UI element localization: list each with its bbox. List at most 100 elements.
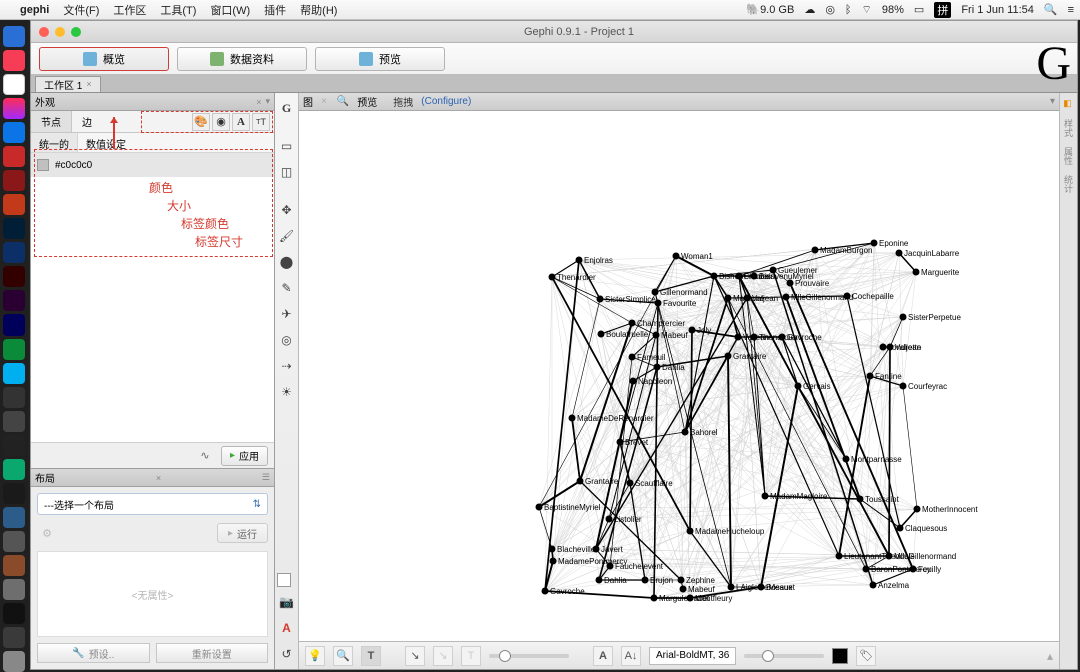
canvas-menu-icon[interactable]: ▾ bbox=[1050, 96, 1055, 107]
tool-reset-icon[interactable]: ↺ bbox=[277, 643, 297, 665]
tool-select[interactable]: ▭ bbox=[277, 135, 297, 157]
dock-trash[interactable] bbox=[3, 651, 25, 672]
layout-close-icon[interactable]: × bbox=[156, 473, 161, 483]
tool-edit[interactable]: ✎ bbox=[277, 277, 297, 299]
dock-aftereffects[interactable] bbox=[3, 314, 25, 335]
palette-icon[interactable]: 🎨 bbox=[192, 113, 210, 131]
menu-tools[interactable]: 工具(T) bbox=[160, 2, 196, 18]
app-name[interactable]: gephi bbox=[20, 4, 49, 16]
tool-gephi-icon[interactable]: G bbox=[277, 97, 297, 119]
right-pin-icon[interactable]: ◧ bbox=[1064, 99, 1074, 109]
appearance-close-icon[interactable]: × bbox=[256, 97, 261, 107]
color-swatch[interactable] bbox=[37, 159, 49, 171]
reset-button[interactable]: 重新设置 bbox=[156, 643, 269, 663]
status-ime[interactable]: 拼 bbox=[934, 2, 951, 18]
size-icon[interactable]: ◉ bbox=[212, 113, 230, 131]
configure-link[interactable]: (Configure) bbox=[421, 96, 471, 107]
layout-settings-icon[interactable]: ⚙ bbox=[37, 523, 57, 543]
tool-screenshot[interactable]: 📷 bbox=[277, 591, 297, 613]
mode-preview[interactable]: 预览 bbox=[315, 47, 445, 71]
bb-attributes-icon[interactable]: 🏷 bbox=[856, 646, 876, 666]
dock-skype[interactable] bbox=[3, 363, 25, 384]
dock-app-8[interactable] bbox=[3, 194, 25, 215]
tool-rect-select[interactable]: ◫ bbox=[277, 161, 297, 183]
font-selector[interactable]: Arial-BoldMT, 36 bbox=[649, 647, 736, 665]
bb-labels-toggle[interactable]: T bbox=[361, 646, 381, 666]
bb-lightbulb-icon[interactable]: 💡 bbox=[305, 646, 325, 666]
tool-path[interactable]: ⇢ bbox=[277, 355, 297, 377]
dock-finder[interactable] bbox=[3, 26, 25, 47]
canvas-tab-preview[interactable]: 预览 bbox=[357, 94, 377, 109]
dock-app-18[interactable] bbox=[3, 435, 25, 456]
status-sync-icon[interactable]: ◎ bbox=[825, 3, 835, 16]
dock-app-10[interactable] bbox=[3, 242, 25, 263]
mode-datalab[interactable]: 数据资料 bbox=[177, 47, 307, 71]
subtab-unique[interactable]: 统一的 bbox=[31, 133, 78, 152]
menu-plugins[interactable]: 插件 bbox=[264, 2, 286, 18]
menu-window[interactable]: 窗口(W) bbox=[210, 2, 250, 18]
dock-app-23[interactable] bbox=[3, 555, 25, 576]
dock-photoshop[interactable] bbox=[3, 218, 25, 239]
dock-app-19[interactable] bbox=[3, 459, 25, 480]
tool-heatmap[interactable]: ☀ bbox=[277, 381, 297, 403]
menu-help[interactable]: 帮助(H) bbox=[300, 2, 337, 18]
status-battery[interactable]: 98% bbox=[882, 4, 904, 16]
dock-app-14[interactable] bbox=[3, 339, 25, 360]
appearance-menu-icon[interactable]: ▾ bbox=[265, 96, 270, 107]
rs-stats[interactable]: 统计 bbox=[1062, 175, 1075, 193]
bb-edges-icon[interactable]: ↘ bbox=[405, 646, 425, 666]
tool-paint[interactable]: 🖌 bbox=[277, 225, 297, 247]
dock-app-20[interactable] bbox=[3, 483, 25, 504]
window-close[interactable] bbox=[39, 27, 49, 37]
tab-edges[interactable]: 边 bbox=[72, 111, 102, 132]
bb-label-t2-icon[interactable]: T bbox=[461, 646, 481, 666]
label-size-icon[interactable]: TT bbox=[252, 113, 270, 131]
bb-font-bigger[interactable]: A bbox=[593, 646, 613, 666]
status-bluetooth-icon[interactable]: ᛒ bbox=[845, 4, 852, 16]
status-clock[interactable]: Fri 1 Jun 11:54 bbox=[961, 4, 1034, 16]
dock-premiere[interactable] bbox=[3, 290, 25, 311]
dock-app-2[interactable] bbox=[3, 50, 25, 71]
workspace-tab[interactable]: 工作区 1× bbox=[35, 76, 101, 92]
dock-app-3[interactable] bbox=[3, 74, 25, 95]
subtab-ranking[interactable]: 数值设定 bbox=[78, 133, 134, 152]
dock-appstore[interactable] bbox=[3, 122, 25, 143]
menu-workspace[interactable]: 工作区 bbox=[113, 2, 146, 18]
bg-color-swatch[interactable] bbox=[277, 573, 291, 587]
canvas-tab-graph[interactable]: 图 bbox=[303, 94, 313, 109]
menu-file[interactable]: 文件(F) bbox=[63, 2, 99, 18]
layout-menu-icon[interactable]: ☰ bbox=[262, 472, 270, 483]
dock-app-6[interactable] bbox=[3, 146, 25, 167]
status-wifi-icon[interactable]: ⌔ bbox=[862, 3, 872, 17]
window-zoom[interactable] bbox=[71, 27, 81, 37]
label-size-slider[interactable] bbox=[744, 654, 824, 658]
status-cloud-icon[interactable]: ☁ bbox=[804, 3, 815, 16]
tool-target[interactable]: ◎ bbox=[277, 329, 297, 351]
mode-overview[interactable]: 概览 bbox=[39, 47, 169, 71]
bb-zoom-icon[interactable]: 🔍 bbox=[333, 646, 353, 666]
bb-edge-weight-icon[interactable]: ↘ bbox=[433, 646, 453, 666]
bb-font-smaller[interactable]: A↓ bbox=[621, 646, 641, 666]
edge-weight-slider[interactable] bbox=[489, 654, 569, 658]
bb-expand-icon[interactable]: ▴ bbox=[1047, 649, 1053, 663]
label-color-icon[interactable]: A bbox=[232, 113, 250, 131]
status-search-icon[interactable]: 🔍 bbox=[1044, 3, 1058, 16]
graph-canvas[interactable]: EponineMadamBurgonJacquinLabarreWoman1En… bbox=[299, 111, 1059, 641]
dock-app-25[interactable] bbox=[3, 603, 25, 624]
apply-button[interactable]: ▸应用 bbox=[221, 446, 268, 466]
dock-app-16[interactable] bbox=[3, 387, 25, 408]
rs-filters[interactable]: 属性 bbox=[1062, 147, 1075, 165]
tool-airplane[interactable]: ✈ bbox=[277, 303, 297, 325]
workspace-close-icon[interactable]: × bbox=[86, 79, 91, 89]
dock-app-21[interactable] bbox=[3, 507, 25, 528]
dock-app-22[interactable] bbox=[3, 531, 25, 552]
dock-app-7[interactable] bbox=[3, 170, 25, 191]
label-color-swatch[interactable] bbox=[832, 648, 848, 664]
tool-size[interactable]: ⬤ bbox=[277, 251, 297, 273]
tab-nodes[interactable]: 节点 bbox=[31, 111, 72, 132]
spline-icon[interactable]: ∿ bbox=[195, 446, 215, 466]
run-button[interactable]: ▸运行 bbox=[217, 523, 268, 543]
rs-context[interactable]: 样式 bbox=[1062, 119, 1075, 137]
preset-button[interactable]: 🔧预设.. bbox=[37, 643, 150, 663]
dock-itunes[interactable] bbox=[3, 98, 25, 119]
